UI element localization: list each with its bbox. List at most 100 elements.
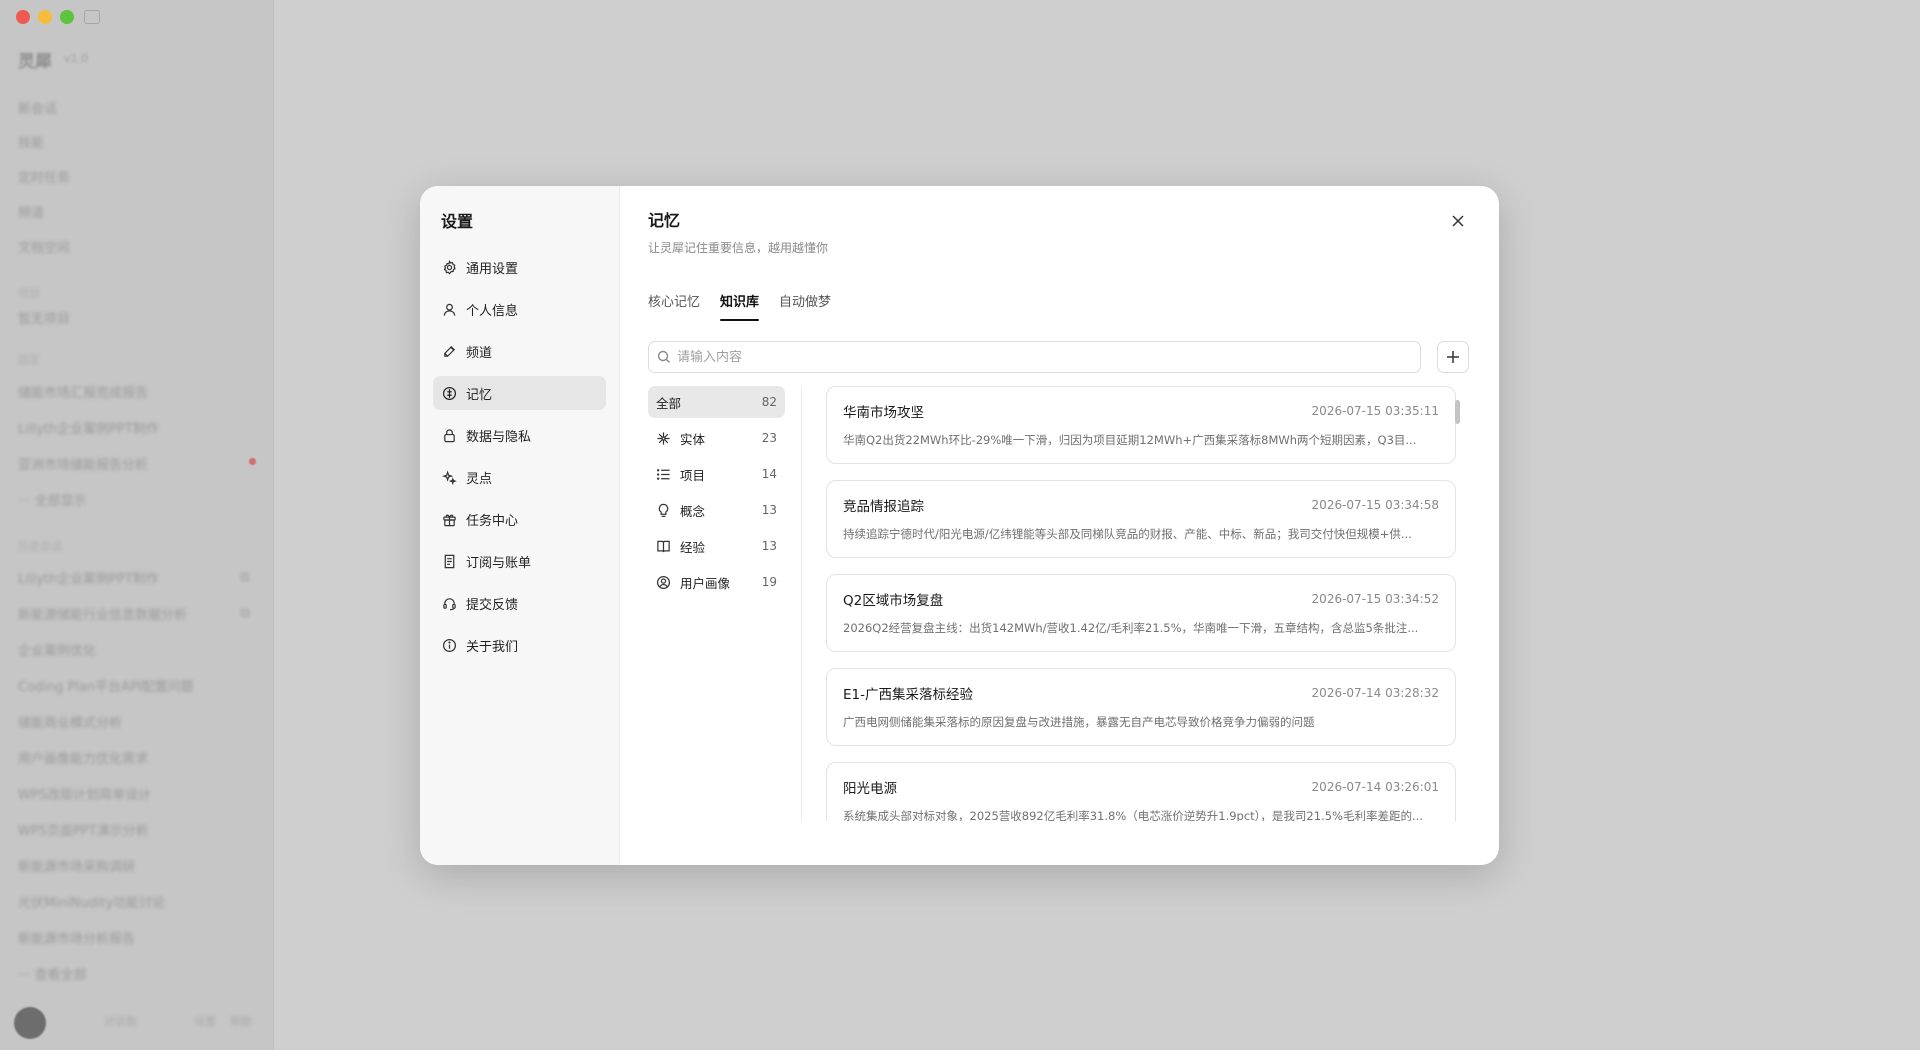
knowledge-card[interactable]: 华南市场攻坚 2026-07-15 03:35:11 华南Q2出货22MWh环比… bbox=[826, 386, 1456, 464]
page-subtitle: 让灵犀记住重要信息，越用越懂你 bbox=[648, 241, 829, 255]
search-icon bbox=[657, 350, 670, 363]
bg-menu-docs[interactable]: 文档空间 bbox=[18, 237, 70, 256]
bg-pinned-item[interactable]: 储能市场汇报完成报告 bbox=[18, 382, 148, 401]
close-button[interactable] bbox=[1447, 210, 1469, 232]
scrollbar[interactable] bbox=[1455, 400, 1460, 424]
nav-general-settings[interactable]: 通用设置 bbox=[433, 250, 606, 284]
minimize-window-button[interactable] bbox=[38, 10, 52, 24]
bg-menu-tasks[interactable]: 定时任务 bbox=[18, 167, 70, 186]
window-controls bbox=[16, 10, 74, 24]
bg-section-history: 历史会话 bbox=[18, 540, 62, 553]
app-sidebar: 灵犀 v1.0 新会话 技能 定时任务 频道 文档空间 项目 暂无项目 固定 储… bbox=[0, 0, 274, 1050]
tab-auto-dream[interactable]: 自动做梦 bbox=[779, 291, 831, 321]
nav-subscription-billing[interactable]: 订阅与账单 bbox=[433, 544, 606, 578]
entity-icon bbox=[656, 431, 671, 446]
category-label: 用户画像 bbox=[680, 575, 731, 591]
nav-memory[interactable]: 记忆 bbox=[433, 376, 606, 410]
tab-core-memory[interactable]: 核心记忆 bbox=[648, 291, 700, 321]
bg-history-show-all[interactable]: ··· 查看全部 bbox=[18, 964, 87, 983]
category-concept[interactable]: 概念 13 bbox=[648, 494, 785, 526]
category-entity[interactable]: 实体 23 bbox=[648, 422, 785, 454]
category-project[interactable]: 项目 14 bbox=[648, 458, 785, 490]
bg-pinned-show-all[interactable]: ··· 全部显示 bbox=[18, 490, 87, 509]
avatar[interactable] bbox=[14, 1007, 46, 1039]
bg-pinned-item[interactable]: 亚洲市场储能报告分析 bbox=[18, 454, 148, 473]
knowledge-card[interactable]: 竞品情报追踪 2026-07-15 03:34:58 持续追踪宁德时代/阳光电源… bbox=[826, 480, 1456, 558]
bg-history-item[interactable]: 储能商业模式分析 bbox=[18, 712, 122, 731]
knowledge-card[interactable]: Q2区域市场复盘 2026-07-15 03:34:52 2026Q2经营复盘主… bbox=[826, 574, 1456, 652]
settings-nav: 设置 通用设置 个人信息 频道 记忆 数据与隐私 灵点 任务中心 订阅与账单 提… bbox=[420, 186, 620, 865]
history-badge bbox=[240, 572, 250, 582]
nav-label: 任务中心 bbox=[466, 513, 519, 529]
search-input[interactable] bbox=[677, 349, 1377, 365]
card-title: Q2区域市场复盘 bbox=[843, 593, 944, 609]
lock-icon bbox=[441, 427, 457, 443]
bg-footer-item[interactable]: 对话数 bbox=[104, 1013, 137, 1029]
search-box[interactable] bbox=[648, 341, 1421, 373]
channel-icon bbox=[441, 343, 457, 359]
memory-tabs: 核心记忆 知识库 自动做梦 bbox=[648, 291, 1471, 321]
sidebar-toggle-icon[interactable] bbox=[84, 10, 100, 24]
bg-pinned-item[interactable]: Lillyth企业案例PPT制作 bbox=[18, 418, 159, 437]
bg-project-item[interactable]: 暂无项目 bbox=[18, 308, 70, 327]
category-all[interactable]: 全部 82 bbox=[648, 386, 785, 418]
bg-history-item[interactable]: WPS改版计划简单设计 bbox=[18, 784, 151, 803]
card-title: 华南市场攻坚 bbox=[843, 405, 924, 421]
info-icon bbox=[441, 637, 457, 653]
bg-menu-skills[interactable]: 技能 bbox=[18, 132, 44, 151]
user-icon bbox=[441, 301, 457, 317]
sparkle-icon bbox=[441, 469, 457, 485]
close-icon bbox=[1452, 215, 1464, 227]
category-count: 14 bbox=[761, 467, 777, 481]
bg-history-item[interactable]: Coding Plan平台API配置问题 bbox=[18, 676, 194, 695]
list-icon bbox=[656, 467, 671, 482]
nav-channel[interactable]: 频道 bbox=[433, 334, 606, 368]
tab-knowledge-base[interactable]: 知识库 bbox=[720, 291, 760, 321]
bg-history-item[interactable]: 用户画像能力优化需求 bbox=[18, 748, 148, 767]
knowledge-base-body: 全部 82 实体 23 项目 14 概念 13 经验 13 用户画像 19 华南… bbox=[648, 386, 1471, 826]
bg-menu-new-chat[interactable]: 新会话 bbox=[18, 98, 57, 117]
gear-icon bbox=[441, 259, 457, 275]
card-title: 竞品情报追踪 bbox=[843, 499, 924, 515]
category-experience[interactable]: 经验 13 bbox=[648, 530, 785, 562]
plus-icon bbox=[1447, 351, 1459, 363]
category-count: 19 bbox=[761, 575, 777, 589]
category-label: 概念 bbox=[680, 503, 706, 519]
bg-history-item[interactable]: 新能源市场采购调研 bbox=[18, 856, 135, 875]
nav-lingdian[interactable]: 灵点 bbox=[433, 460, 606, 494]
bg-menu-channel[interactable]: 频道 bbox=[18, 202, 44, 221]
bg-history-item[interactable]: 新能源市场分析报告 bbox=[18, 928, 135, 947]
bg-footer-item[interactable]: 设置 bbox=[194, 1013, 216, 1029]
nav-about-us[interactable]: 关于我们 bbox=[433, 628, 606, 662]
headset-icon bbox=[441, 595, 457, 611]
card-description: 持续追踪宁德时代/阳光电源/亿纬锂能等头部及同梯队竞品的财报、产能、中标、新品；… bbox=[843, 527, 1412, 541]
nav-personal-info[interactable]: 个人信息 bbox=[433, 292, 606, 326]
nav-label: 频道 bbox=[466, 345, 493, 361]
add-button[interactable] bbox=[1437, 341, 1469, 373]
bg-history-item[interactable]: 企业案例优化 bbox=[18, 640, 96, 659]
nav-feedback[interactable]: 提交反馈 bbox=[433, 586, 606, 620]
bg-history-item[interactable]: Lillyth企业案例PPT制作 bbox=[18, 568, 159, 587]
knowledge-card-list: 华南市场攻坚 2026-07-15 03:35:11 华南Q2出货22MWh环比… bbox=[802, 386, 1471, 821]
category-user-profile[interactable]: 用户画像 19 bbox=[648, 566, 785, 598]
knowledge-card[interactable]: E1-广西集采落标经验 2026-07-14 03:28:32 广西电网侧储能集… bbox=[826, 668, 1456, 746]
card-timestamp: 2026-07-15 03:34:52 bbox=[1311, 592, 1439, 606]
category-label: 实体 bbox=[680, 431, 706, 447]
card-title: E1-广西集采落标经验 bbox=[843, 687, 973, 703]
category-count: 13 bbox=[761, 503, 777, 517]
nav-label: 提交反馈 bbox=[466, 597, 519, 613]
page-title: 记忆 bbox=[648, 211, 681, 230]
memory-panel: 记忆 让灵犀记住重要信息，越用越懂你 核心记忆 知识库 自动做梦 全部 82 bbox=[620, 186, 1499, 865]
nav-data-privacy[interactable]: 数据与隐私 bbox=[433, 418, 606, 452]
bg-history-item[interactable]: 新能源储能行业信息数据分析 bbox=[18, 604, 187, 623]
maximize-window-button[interactable] bbox=[60, 10, 74, 24]
bg-footer-item[interactable]: 帮助 bbox=[230, 1013, 252, 1029]
card-title: 阳光电源 bbox=[843, 781, 897, 797]
bg-history-item[interactable]: 光伏MiniNudity功能讨论 bbox=[18, 892, 165, 911]
nav-task-center[interactable]: 任务中心 bbox=[433, 502, 606, 536]
close-window-button[interactable] bbox=[16, 10, 30, 24]
nav-label: 通用设置 bbox=[466, 261, 519, 277]
bg-history-item[interactable]: WPS页面PPT演示分析 bbox=[18, 820, 149, 839]
nav-label: 个人信息 bbox=[466, 303, 519, 319]
knowledge-card[interactable]: 阳光电源 2026-07-14 03:26:01 系统集成头部对标对象，2025… bbox=[826, 762, 1456, 821]
